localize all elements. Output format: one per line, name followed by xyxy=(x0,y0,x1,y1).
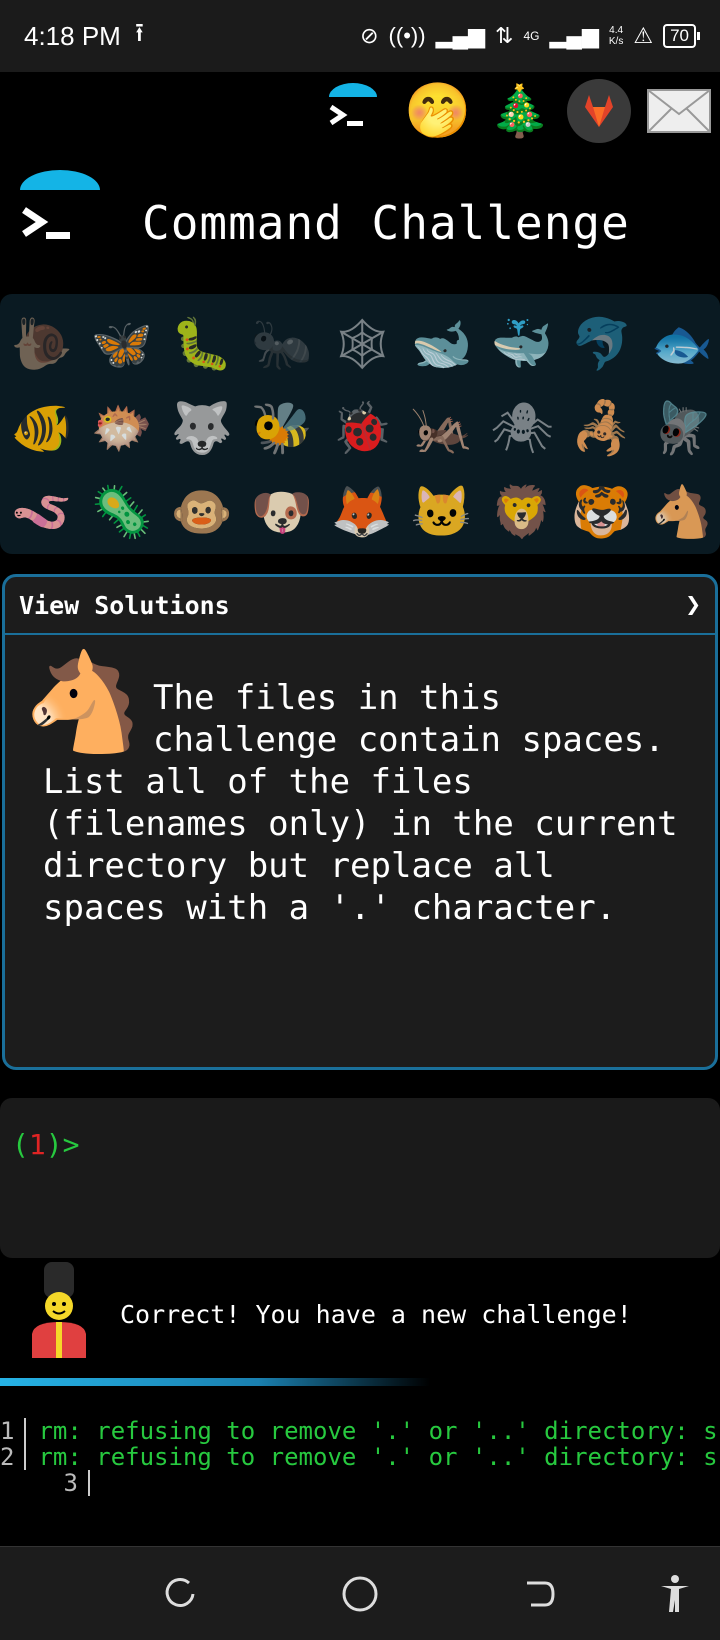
feedback-text: Correct! You have a new challenge! xyxy=(120,1300,632,1329)
christmas-tree-icon[interactable]: 🎄 xyxy=(487,78,553,144)
line-number: 3 xyxy=(0,1470,90,1496)
line-text: rm: refusing to remove '.' or '..' direc… xyxy=(38,1418,720,1445)
lab-icon: ⚠ xyxy=(633,23,654,48)
command-output: 1 rm: refusing to remove '.' or '..' dir… xyxy=(0,1418,720,1498)
terminal-logo-icon[interactable] xyxy=(320,78,386,144)
challenge-card: View Solutions ❯ 🐴 The files in this cha… xyxy=(2,574,718,1070)
mail-icon[interactable] xyxy=(646,78,712,144)
feedback-message: Correct! You have a new challenge! xyxy=(0,1262,720,1362)
dog-icon[interactable]: 🐶 xyxy=(242,472,322,552)
spider-web-icon[interactable]: 🕸 xyxy=(322,304,402,384)
dnd-icon: ⊘ xyxy=(360,23,379,48)
caterpillar-icon[interactable]: 🐛 xyxy=(162,304,242,384)
status-icons: ⊘ ((•)) ▂▄▆ ⇅ 4G ▂▄▆ 4.4 K/s ⚠ 70 xyxy=(360,23,700,49)
back-icon[interactable] xyxy=(515,1569,565,1619)
battery-icon: 70 xyxy=(663,24,700,48)
guard-icon xyxy=(24,1262,94,1358)
command-prompt[interactable]: (1)> xyxy=(12,1128,79,1161)
home-icon[interactable] xyxy=(335,1569,385,1619)
tropical-fish-icon[interactable]: 🐠 xyxy=(2,388,82,468)
command-terminal[interactable]: (1)> xyxy=(0,1098,720,1258)
net-speed: 4.4 K/s xyxy=(608,25,624,47)
line-text xyxy=(90,1470,102,1496)
upload-icon: ⭱ xyxy=(134,17,144,47)
chevron-right-icon: ❯ xyxy=(685,590,701,620)
prompt-number: 1 xyxy=(28,1128,46,1161)
wolf-icon[interactable]: 🐺 xyxy=(162,388,242,468)
signal-icon: ▂▄▆ xyxy=(435,23,485,48)
fox-icon[interactable]: 🦊 xyxy=(322,472,402,552)
animal-progress-grid: 🐌 🦋 🐛 🐜 🕸 🐋 🐳 🐬 🐟 🐠 🐡 🐺 🐝 🐞 🦗 🕷 🦂 🪰 🪱 🦠 … xyxy=(0,294,720,554)
hotspot-icon: ((•)) xyxy=(388,23,426,48)
whale-icon[interactable]: 🐋 xyxy=(402,304,482,384)
ladybug-icon[interactable]: 🐞 xyxy=(322,388,402,468)
butterfly-icon[interactable]: 🦋 xyxy=(82,304,162,384)
monkey-icon[interactable]: 🐵 xyxy=(162,472,242,552)
gitlab-icon[interactable] xyxy=(566,78,632,144)
spider-icon[interactable]: 🕷 xyxy=(482,388,562,468)
data-arrows-icon: ⇅ xyxy=(495,23,514,48)
bee-icon[interactable]: 🐝 xyxy=(242,388,322,468)
snail-icon[interactable]: 🐌 xyxy=(2,304,82,384)
cat-icon[interactable]: 🐱 xyxy=(402,472,482,552)
progress-line xyxy=(0,1378,430,1386)
ant-icon[interactable]: 🐜 xyxy=(242,304,322,384)
output-line: 1 rm: refusing to remove '.' or '..' dir… xyxy=(0,1418,720,1444)
blowfish-icon[interactable]: 🐡 xyxy=(82,388,162,468)
page-title: Command Challenge xyxy=(142,196,630,250)
recents-icon[interactable] xyxy=(155,1569,205,1619)
line-number: 1 xyxy=(0,1418,27,1444)
lion-icon[interactable]: 🦁 xyxy=(482,472,562,552)
status-bar: 4:18 PM ⭱ ⊘ ((•)) ▂▄▆ ⇅ 4G ▂▄▆ 4.4 K/s ⚠ … xyxy=(0,0,720,72)
status-time: 4:18 PM xyxy=(24,20,121,51)
worm-icon[interactable]: 🪱 xyxy=(2,472,82,552)
view-solutions-label: View Solutions xyxy=(19,590,230,620)
signal2-icon: ▂▄▆ xyxy=(549,23,599,48)
scorpion-icon[interactable]: 🦂 xyxy=(562,388,642,468)
output-line: 2 rm: refusing to remove '.' or '..' dir… xyxy=(0,1444,720,1470)
line-number: 2 xyxy=(0,1444,27,1470)
tiger-icon[interactable]: 🐯 xyxy=(562,472,642,552)
horse-icon[interactable]: 🐴 xyxy=(642,472,720,552)
view-solutions-button[interactable]: View Solutions ❯ xyxy=(5,577,715,635)
fly-icon[interactable]: 🪰 xyxy=(642,388,720,468)
challenge-description: 🐴 The files in this challenge contain sp… xyxy=(23,647,683,929)
cricket-icon[interactable]: 🦗 xyxy=(402,388,482,468)
network-type: 4G xyxy=(523,29,540,43)
shushing-face-icon[interactable]: 🤭 xyxy=(404,78,471,144)
dolphin-icon[interactable]: 🐬 xyxy=(562,304,642,384)
line-text: rm: refusing to remove '.' or '..' direc… xyxy=(38,1443,720,1471)
app-logo-icon xyxy=(18,170,102,254)
output-line: 3 xyxy=(0,1470,720,1496)
microbe-icon[interactable]: 🦠 xyxy=(82,472,162,552)
accessibility-icon[interactable] xyxy=(650,1569,700,1619)
fish-icon[interactable]: 🐟 xyxy=(642,304,720,384)
system-nav-bar xyxy=(0,1546,720,1640)
horse-icon: 🐴 xyxy=(23,646,143,758)
whale2-icon[interactable]: 🐳 xyxy=(482,304,562,384)
top-nav: 🤭 🎄 xyxy=(0,78,720,148)
